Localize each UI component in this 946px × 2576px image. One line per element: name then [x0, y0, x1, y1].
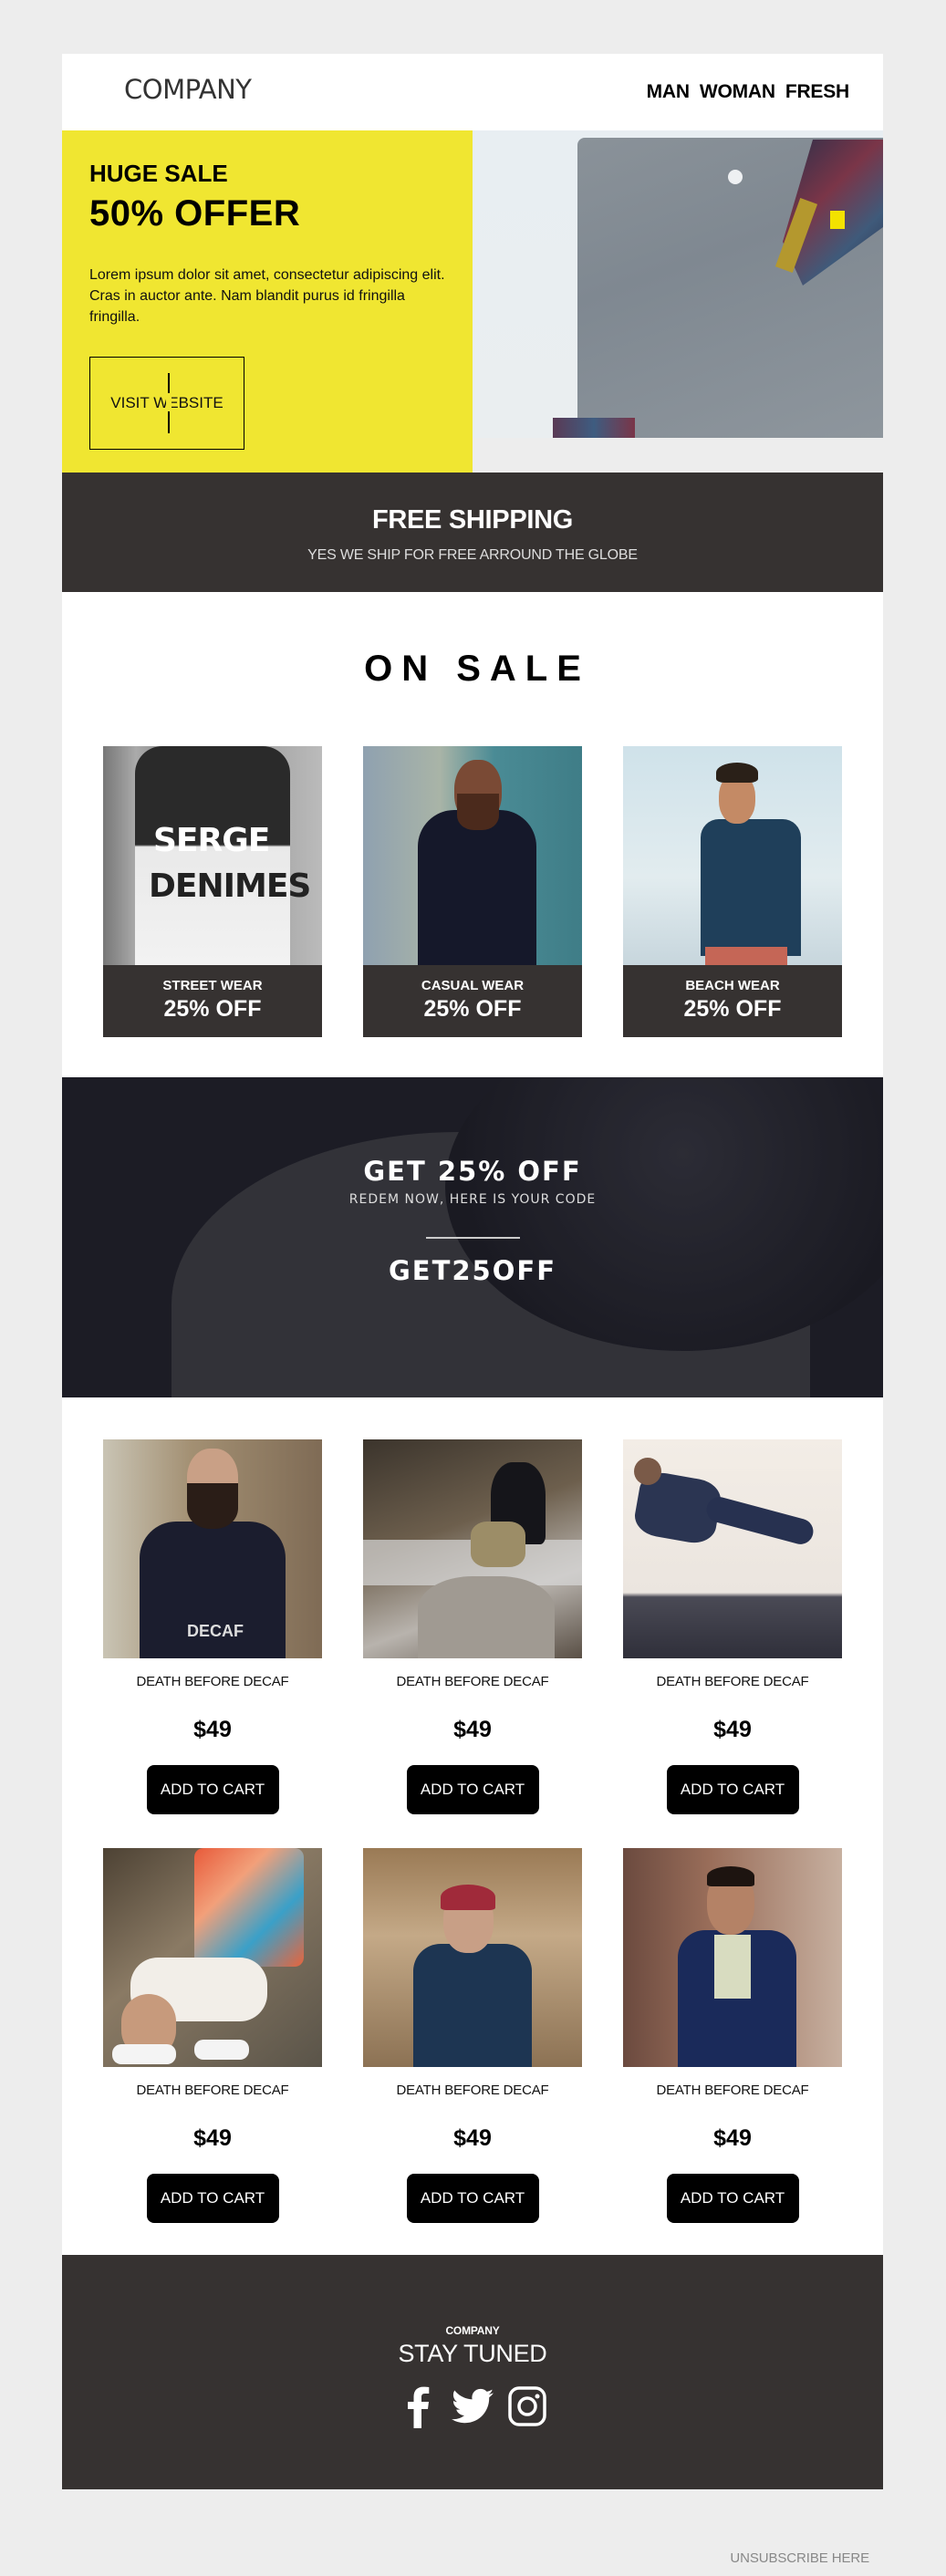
- footer-tagline: STAY TUNED: [398, 2340, 547, 2367]
- on-sale-section: ON SALE SERGE DENIMES STREET WEAR 25% OF…: [62, 592, 883, 1077]
- add-to-cart-button[interactable]: ADD TO CART: [666, 2174, 799, 2223]
- product-image[interactable]: [363, 1848, 582, 2067]
- shipping-title: FREE SHIPPING: [371, 505, 574, 535]
- category-label-bar: BEACH WEAR 25% OFF: [623, 965, 842, 1037]
- product-image[interactable]: [103, 1848, 322, 2067]
- category-discount: 25% OFF: [423, 996, 522, 1022]
- product-price: $49: [193, 2125, 232, 2151]
- product-card: DEATH BEFORE DECAF $49 ADD TO CART: [363, 1848, 582, 2223]
- nav-link-fresh[interactable]: FRESH: [785, 81, 849, 103]
- product-card: DEATH BEFORE DECAF $49 ADD TO CART: [103, 1848, 322, 2223]
- hero-body: Lorem ipsum dolor sit amet, consectetur …: [89, 267, 445, 325]
- size-label: [830, 211, 845, 229]
- category-discount: 25% OFF: [683, 996, 782, 1022]
- shorts-cuff: [553, 418, 635, 438]
- product-name: DEATH BEFORE DECAF: [136, 2083, 289, 2098]
- product-card: DEATH BEFORE DECAF $49 ADD TO CART: [363, 1439, 582, 1814]
- coupon-code[interactable]: GET25OFF: [62, 1255, 883, 1286]
- coupon-divider: [425, 1237, 520, 1239]
- product-card: DEATH BEFORE DECAF $49 ADD TO CART: [623, 1848, 842, 2223]
- product-name: DEATH BEFORE DECAF: [656, 1674, 809, 1689]
- product-price: $49: [453, 1717, 492, 1742]
- add-to-cart-button[interactable]: ADD TO CART: [146, 1765, 279, 1814]
- add-to-cart-button[interactable]: ADD TO CART: [406, 1765, 539, 1814]
- product-price: $49: [453, 2125, 492, 2151]
- instagram-icon[interactable]: [505, 2384, 549, 2428]
- nav-link-woman[interactable]: WOMAN: [700, 81, 775, 103]
- twitter-icon[interactable]: [451, 2384, 494, 2428]
- product-name: DEATH BEFORE DECAF: [396, 1674, 549, 1689]
- add-to-cart-button[interactable]: ADD TO CART: [146, 2174, 279, 2223]
- product-name: DEATH BEFORE DECAF: [136, 1674, 289, 1689]
- category-card-street-wear[interactable]: SERGE DENIMES STREET WEAR 25% OFF: [103, 746, 322, 1037]
- coupon-banner: GET 25% OFF REDEM NOW, HERE IS YOUR CODE…: [62, 1077, 883, 1397]
- category-discount: 25% OFF: [163, 996, 262, 1022]
- product-name: DEATH BEFORE DECAF: [396, 2083, 549, 2098]
- category-label-bar: STREET WEAR 25% OFF: [103, 965, 322, 1037]
- visit-website-label: VISIT WEBSITE: [110, 394, 224, 411]
- product-image[interactable]: [623, 1848, 842, 2067]
- facebook-icon[interactable]: [396, 2384, 440, 2428]
- hero-image-panel: [473, 130, 883, 473]
- company-logo[interactable]: COMPANY: [124, 74, 252, 105]
- product-image[interactable]: DECAF: [103, 1439, 322, 1658]
- category-name: CASUAL WEAR: [421, 978, 525, 993]
- product-card: DEATH BEFORE DECAF $49 ADD TO CART: [623, 1439, 842, 1814]
- hero-title: 50% OFFER: [89, 193, 301, 234]
- coupon-subtitle: REDEM NOW, HERE IS YOUR CODE: [348, 1192, 597, 1207]
- coupon-title: GET 25% OFF: [363, 1156, 582, 1187]
- visit-website-button[interactable]: VISIT WEBSITE: [89, 357, 244, 450]
- footer: COMPANY STAY TUNED: [62, 2255, 883, 2489]
- product-image[interactable]: [623, 1439, 842, 1658]
- hero-section: HUGE SALE 50% OFFER Lorem ipsum dolor si…: [62, 130, 883, 473]
- header: COMPANY MAN WOMAN FRESH: [62, 54, 883, 130]
- email-container: COMPANY MAN WOMAN FRESH HUGE SALE 50% OF…: [62, 54, 883, 2489]
- shipping-subtitle: YES WE SHIP FOR FREE ARROUND THE GLOBE: [307, 547, 638, 563]
- free-shipping-banner: FREE SHIPPING YES WE SHIP FOR FREE ARROU…: [62, 473, 883, 592]
- category-image: [363, 746, 582, 965]
- category-image: [623, 746, 842, 965]
- social-links: [62, 2384, 883, 2428]
- product-price: $49: [713, 1717, 752, 1742]
- coupon-content: GET 25% OFF REDEM NOW, HERE IS YOUR CODE…: [62, 1077, 883, 1286]
- product-price: $49: [713, 2125, 752, 2151]
- products-section: DECAF DEATH BEFORE DECAF $49 ADD TO CART…: [62, 1397, 883, 2255]
- footer-brand: COMPANY: [445, 2324, 500, 2337]
- category-name: STREET WEAR: [162, 978, 263, 993]
- category-image: SERGE DENIMES: [103, 746, 322, 965]
- add-to-cart-button[interactable]: ADD TO CART: [406, 2174, 539, 2223]
- hero-image[interactable]: [473, 130, 883, 438]
- product-card: DECAF DEATH BEFORE DECAF $49 ADD TO CART: [103, 1439, 322, 1814]
- product-name: DEATH BEFORE DECAF: [656, 2083, 809, 2098]
- category-name: BEACH WEAR: [685, 978, 780, 993]
- hero-kicker: HUGE SALE: [89, 160, 228, 187]
- shorts-button: [728, 170, 743, 184]
- hero-panel: HUGE SALE 50% OFFER Lorem ipsum dolor si…: [62, 130, 473, 473]
- on-sale-title: ON SALE: [364, 649, 590, 689]
- main-nav: MAN WOMAN FRESH: [647, 81, 850, 103]
- add-to-cart-button[interactable]: ADD TO CART: [666, 1765, 799, 1814]
- category-card-casual-wear[interactable]: CASUAL WEAR 25% OFF: [363, 746, 582, 1037]
- product-price: $49: [193, 1717, 232, 1742]
- product-image[interactable]: [363, 1439, 582, 1658]
- category-card-beach-wear[interactable]: BEACH WEAR 25% OFF: [623, 746, 842, 1037]
- unsubscribe-link[interactable]: UNSUBSCRIBE HERE: [730, 2550, 869, 2566]
- nav-link-man[interactable]: MAN: [647, 81, 690, 103]
- category-label-bar: CASUAL WEAR 25% OFF: [363, 965, 582, 1037]
